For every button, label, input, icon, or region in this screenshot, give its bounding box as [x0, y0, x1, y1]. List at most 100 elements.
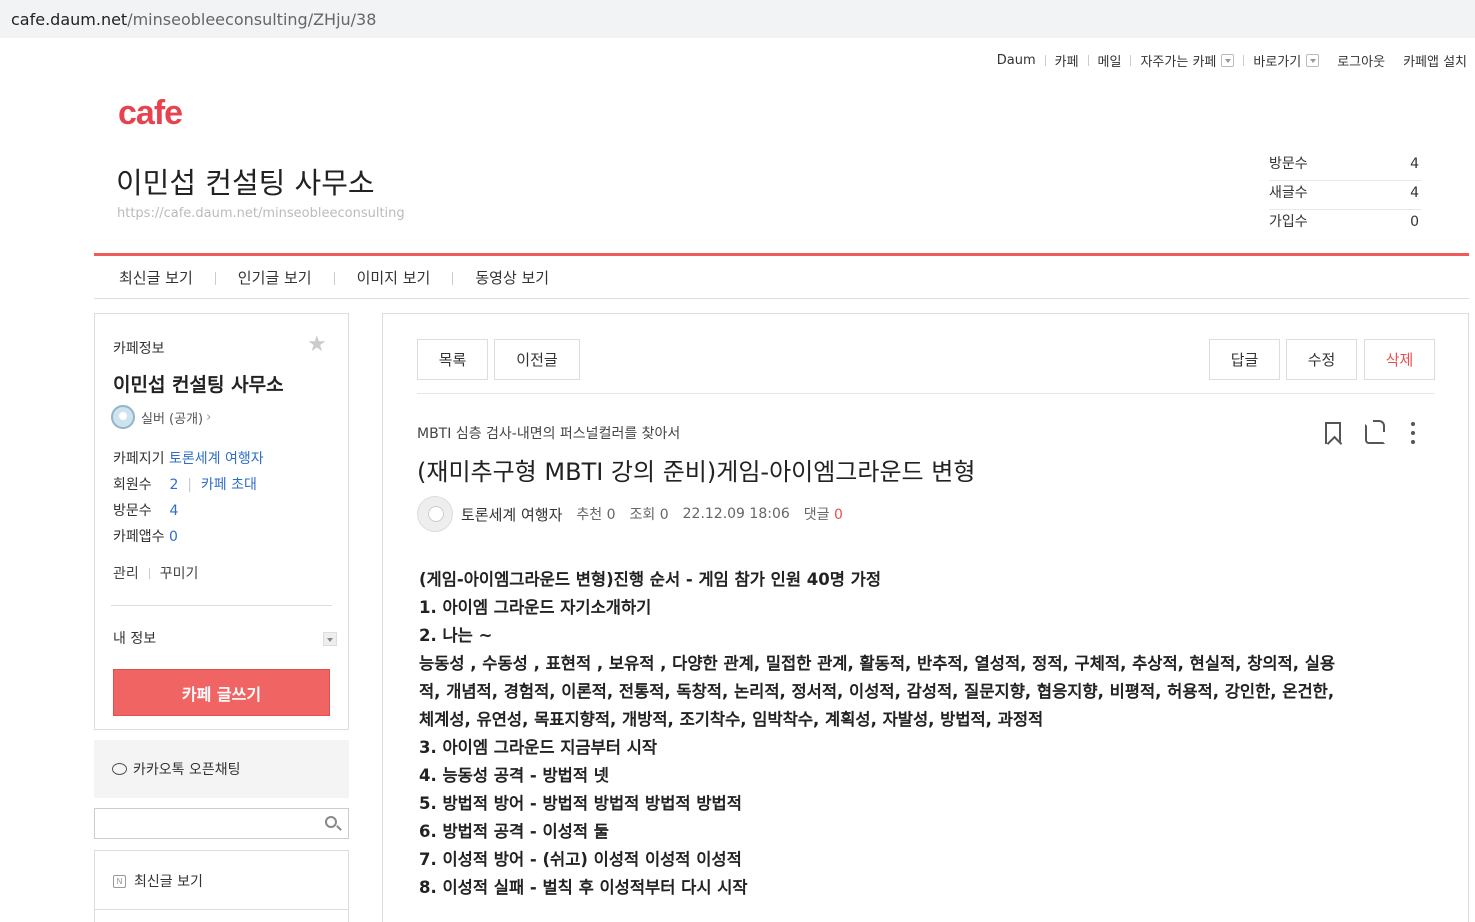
recommend-count: 추천 0 — [576, 507, 616, 523]
star-icon[interactable]: ★ — [307, 334, 327, 356]
gnb-cafe-link[interactable]: 카페 — [1055, 51, 1079, 70]
divider — [214, 271, 216, 285]
divider — [1087, 55, 1089, 66]
delete-button[interactable]: 삭제 — [1364, 339, 1435, 380]
write-post-button[interactable]: 카페 글쓰기 — [113, 669, 330, 716]
divider — [1243, 55, 1245, 66]
search-icon[interactable] — [325, 816, 337, 828]
cafe-title[interactable]: 이민섭 컨설팅 사무소 — [116, 160, 375, 202]
recent-posts-link[interactable]: N 최신글 보기 — [113, 871, 203, 891]
chevron-right-icon: › — [206, 409, 212, 425]
body-line: 1. 아이엠 그라운드 자기소개하기 — [419, 598, 652, 617]
gnb-shortcut-label: 바로가기 — [1253, 55, 1302, 70]
author-name[interactable]: 토론세계 여행자 — [461, 504, 562, 525]
subnav-recent[interactable]: 최신글 보기 — [119, 267, 193, 288]
manage-links: 관리 꾸미기 — [113, 563, 198, 583]
visits-count: 4 — [169, 503, 179, 519]
body-line: (게임-아이엠그라운드 변형)진행 순서 - 게임 참가 인원 40명 가정 — [419, 570, 882, 589]
subnav-popular[interactable]: 인기글 보기 — [238, 267, 312, 288]
sidebar-cafe-name: 이민섭 컨설팅 사무소 — [113, 374, 284, 396]
stat-row: 가입수 0 — [1269, 214, 1419, 230]
kakao-openchat-button[interactable]: 카카오톡 오픈채팅 — [94, 740, 349, 798]
chevron-down-icon[interactable] — [1221, 54, 1235, 67]
share-icon[interactable] — [1365, 420, 1385, 444]
subnav-images[interactable]: 이미지 보기 — [357, 267, 431, 288]
silver-grade-icon — [111, 405, 135, 429]
post-body: (게임-아이엠그라운드 변형)진행 순서 - 게임 참가 인원 40명 가정 1… — [419, 566, 1439, 902]
body-line: 4. 능동성 공격 - 방법적 넷 — [419, 766, 609, 785]
keeper-link[interactable]: 토론세계 여행자 — [169, 451, 264, 467]
view-count: 조회 0 — [629, 507, 669, 523]
url-host: cafe.daum.net — [11, 10, 128, 29]
keeper-row: 카페지기 토론세계 여행자 — [113, 451, 264, 467]
more-options-icon[interactable] — [1411, 422, 1415, 444]
post-meta: 토론세계 여행자 추천 0 조회 0 22.12.09 18:06 댓글 0 — [417, 496, 843, 532]
body-line: 적, 개념적, 경험적, 이론적, 전통적, 독창적, 논리적, 정서적, 이성… — [419, 682, 1335, 701]
gnb-favorite-cafe[interactable]: 자주가는 카페 — [1140, 51, 1235, 70]
my-info-label[interactable]: 내 정보 — [113, 628, 156, 648]
kakao-openchat-label: 카카오톡 오픈채팅 — [133, 762, 241, 778]
divider — [417, 393, 1434, 394]
subnav-videos[interactable]: 동영상 보기 — [475, 267, 549, 288]
stat-row: 새글수 4 — [1269, 181, 1421, 210]
chevron-down-icon[interactable] — [323, 632, 337, 646]
invite-link[interactable]: 카페 초대 — [201, 477, 257, 493]
visits-row: 방문수 4 — [113, 503, 179, 519]
body-line: 8. 이성적 실패 - 벌칙 후 이성적부터 다시 시작 — [419, 878, 748, 897]
list-button[interactable]: 목록 — [417, 339, 488, 380]
divider — [1130, 55, 1132, 66]
article-panel: 목록 이전글 답글 수정 삭제 MBTI 심층 검사-내면의 퍼스널컬러를 찾아… — [382, 313, 1469, 922]
gnb-daum-link[interactable]: Daum — [997, 53, 1036, 68]
grade-label: 실버 (공개) — [141, 411, 204, 427]
app-count: 0 — [168, 529, 178, 545]
body-line: 체계성, 유연성, 목표지향적, 개방적, 조기착수, 임박착수, 계획성, 자… — [419, 710, 1044, 729]
recent-posts-label: 최신글 보기 — [134, 874, 203, 890]
body-line: 5. 방법적 방어 - 방법적 방법적 방법적 방법적 — [419, 794, 742, 813]
author-avatar[interactable] — [417, 496, 453, 532]
divider — [1044, 55, 1046, 66]
install-app-link[interactable]: 카페앱 설치 — [1403, 51, 1467, 70]
gnb-mail-link[interactable]: 메일 — [1098, 51, 1122, 70]
divider — [452, 271, 454, 285]
gnb-shortcut[interactable]: 바로가기 — [1253, 51, 1320, 70]
sub-nav: 최신글 보기 인기글 보기 이미지 보기 동영상 보기 — [94, 256, 1469, 299]
prev-post-button[interactable]: 이전글 — [494, 339, 580, 380]
logout-link[interactable]: 로그아웃 — [1337, 51, 1385, 70]
reply-button[interactable]: 답글 — [1209, 339, 1280, 380]
address-bar[interactable]: cafe.daum.net/minseobleeconsulting/ZHju/… — [0, 0, 1475, 38]
comment-count: 0 — [833, 507, 843, 523]
url-text[interactable]: cafe.daum.net/minseobleeconsulting/ZHju/… — [11, 10, 376, 29]
divider — [95, 909, 348, 910]
cafe-info-panel: 카페정보 ★ 이민섭 컨설팅 사무소 실버 (공개) › 카페지기 토론세계 여… — [94, 313, 349, 730]
body-line: 3. 아이엠 그라운드 지금부터 시작 — [419, 738, 658, 757]
bookmark-icon[interactable] — [1325, 422, 1341, 444]
divider — [111, 605, 332, 606]
global-nav: Daum 카페 메일 자주가는 카페 바로가기 로그아웃 카페앱 설치 — [997, 51, 1467, 70]
new-posts-icon: N — [113, 874, 126, 888]
cafe-grade[interactable]: 실버 (공개) › — [111, 405, 211, 429]
body-line: 2. 나는 ~ — [419, 626, 493, 645]
cafe-logo[interactable]: cafe — [118, 94, 183, 133]
post-date: 22.12.09 18:06 — [682, 506, 790, 522]
divider — [333, 271, 335, 285]
members-row: 회원수 2 | 카페 초대 — [113, 477, 257, 493]
chevron-down-icon[interactable] — [1306, 54, 1320, 67]
app-row: 카페앱수 0 — [113, 529, 178, 545]
manage-link[interactable]: 관리 — [113, 563, 139, 583]
recent-posts-panel: N 최신글 보기 — [94, 850, 349, 922]
body-line: 6. 방법적 공격 - 이성적 둘 — [419, 822, 609, 841]
post-title: (재미추구형 MBTI 강의 준비)게임-아이엠그라운드 변형 — [417, 458, 976, 486]
cafe-url[interactable]: https://cafe.daum.net/minseobleeconsulti… — [117, 206, 405, 221]
gnb-favorite-label: 자주가는 카페 — [1140, 55, 1217, 70]
edit-button[interactable]: 수정 — [1286, 339, 1357, 380]
decorate-link[interactable]: 꾸미기 — [160, 563, 199, 583]
post-category[interactable]: MBTI 심층 검사-내면의 퍼스널컬러를 찾아서 — [417, 423, 680, 443]
body-line: 7. 이성적 방어 - (쉬고) 이성적 이성적 이성적 — [419, 850, 742, 869]
cafe-search-input[interactable] — [94, 808, 349, 839]
divider — [148, 567, 150, 579]
cafe-info-label: 카페정보 — [113, 341, 165, 357]
cafe-info-list: 카페지기 토론세계 여행자 회원수 2 | 카페 초대 방문수 4 카페앱수 0 — [113, 446, 264, 550]
members-count[interactable]: 2 — [169, 477, 178, 493]
comments-link[interactable]: 댓글 0 — [804, 504, 843, 524]
url-path: /minseobleeconsulting/ZHju/38 — [127, 10, 377, 29]
